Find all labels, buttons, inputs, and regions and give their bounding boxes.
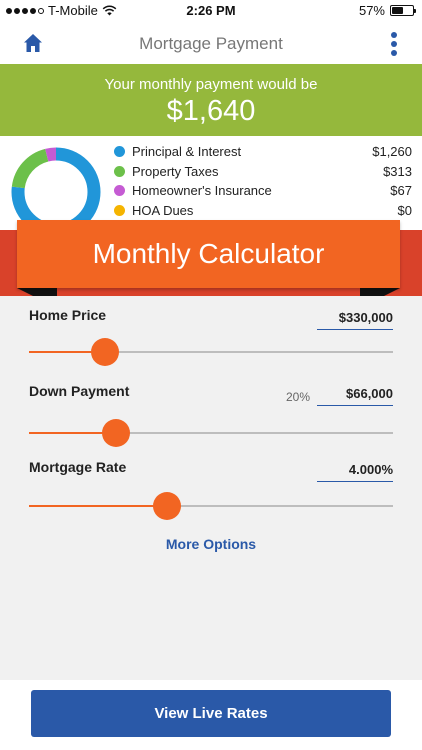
payment-donut-chart xyxy=(11,147,101,230)
slider-thumb[interactable] xyxy=(102,419,131,447)
breakdown-name: HOA Dues xyxy=(132,202,194,218)
monthly-calculator-banner: Monthly Calculator xyxy=(17,220,400,288)
breakdown-row: Property Taxes $313 xyxy=(114,162,412,182)
breakdown-legend: Principal & Interest $1,260 Property Tax… xyxy=(114,142,412,220)
mortgage-rate-label: Mortgage Rate xyxy=(29,459,127,475)
calculator-panel: Home Price $330,000 Down Payment 20% $66… xyxy=(0,296,422,680)
breakdown-row: HOA Dues $0 xyxy=(114,201,412,221)
down-payment-percent: 20% xyxy=(286,390,311,404)
page-title: Mortgage Payment xyxy=(139,34,283,53)
down-payment-label: Down Payment xyxy=(29,383,130,399)
mortgage-rate-input[interactable]: 4.000% xyxy=(317,462,393,482)
summary-label: Your monthly payment would be xyxy=(104,76,318,93)
breakdown-name: Principal & Interest xyxy=(132,144,242,160)
home-price-slider[interactable] xyxy=(29,337,393,367)
breakdown-row: Homeowner's Insurance $67 xyxy=(114,181,412,201)
breakdown-row: Principal & Interest $1,260 xyxy=(114,142,412,162)
legend-swatch xyxy=(114,165,125,177)
mortgage-rate-slider[interactable] xyxy=(29,491,393,521)
breakdown-value: $313 xyxy=(383,163,412,179)
breakdown-name: Homeowner's Insurance xyxy=(132,183,272,199)
footer-bar: View Live Rates xyxy=(0,680,422,750)
monthly-payment-amount: $1,640 xyxy=(166,95,256,127)
view-live-rates-button[interactable]: View Live Rates xyxy=(31,690,391,737)
breakdown-value: $1,260 xyxy=(372,144,412,160)
down-payment-input[interactable]: $66,000 xyxy=(317,386,393,406)
home-price-input[interactable]: $330,000 xyxy=(317,310,393,330)
slider-thumb[interactable] xyxy=(153,492,182,520)
status-bar: T-Mobile 2:26 PM 57% xyxy=(0,0,422,22)
breakdown-name: Property Taxes xyxy=(132,163,219,179)
legend-swatch xyxy=(114,185,125,197)
more-options-link[interactable]: More Options xyxy=(0,536,422,552)
more-menu-icon[interactable] xyxy=(390,32,398,56)
payment-breakdown: Principal & Interest $1,260 Property Tax… xyxy=(0,136,422,230)
legend-swatch xyxy=(114,146,125,158)
nav-bar: Mortgage Payment xyxy=(0,22,422,64)
legend-swatch xyxy=(114,204,125,216)
home-price-label: Home Price xyxy=(29,307,107,323)
monthly-payment-summary: Your monthly payment would be $1,640 xyxy=(0,64,422,136)
battery-icon xyxy=(390,5,416,16)
battery-percent: 57% xyxy=(358,3,385,18)
down-payment-slider[interactable] xyxy=(29,418,393,448)
breakdown-value: $0 xyxy=(397,202,412,218)
slider-thumb[interactable] xyxy=(91,338,120,366)
breakdown-value: $67 xyxy=(390,183,412,199)
